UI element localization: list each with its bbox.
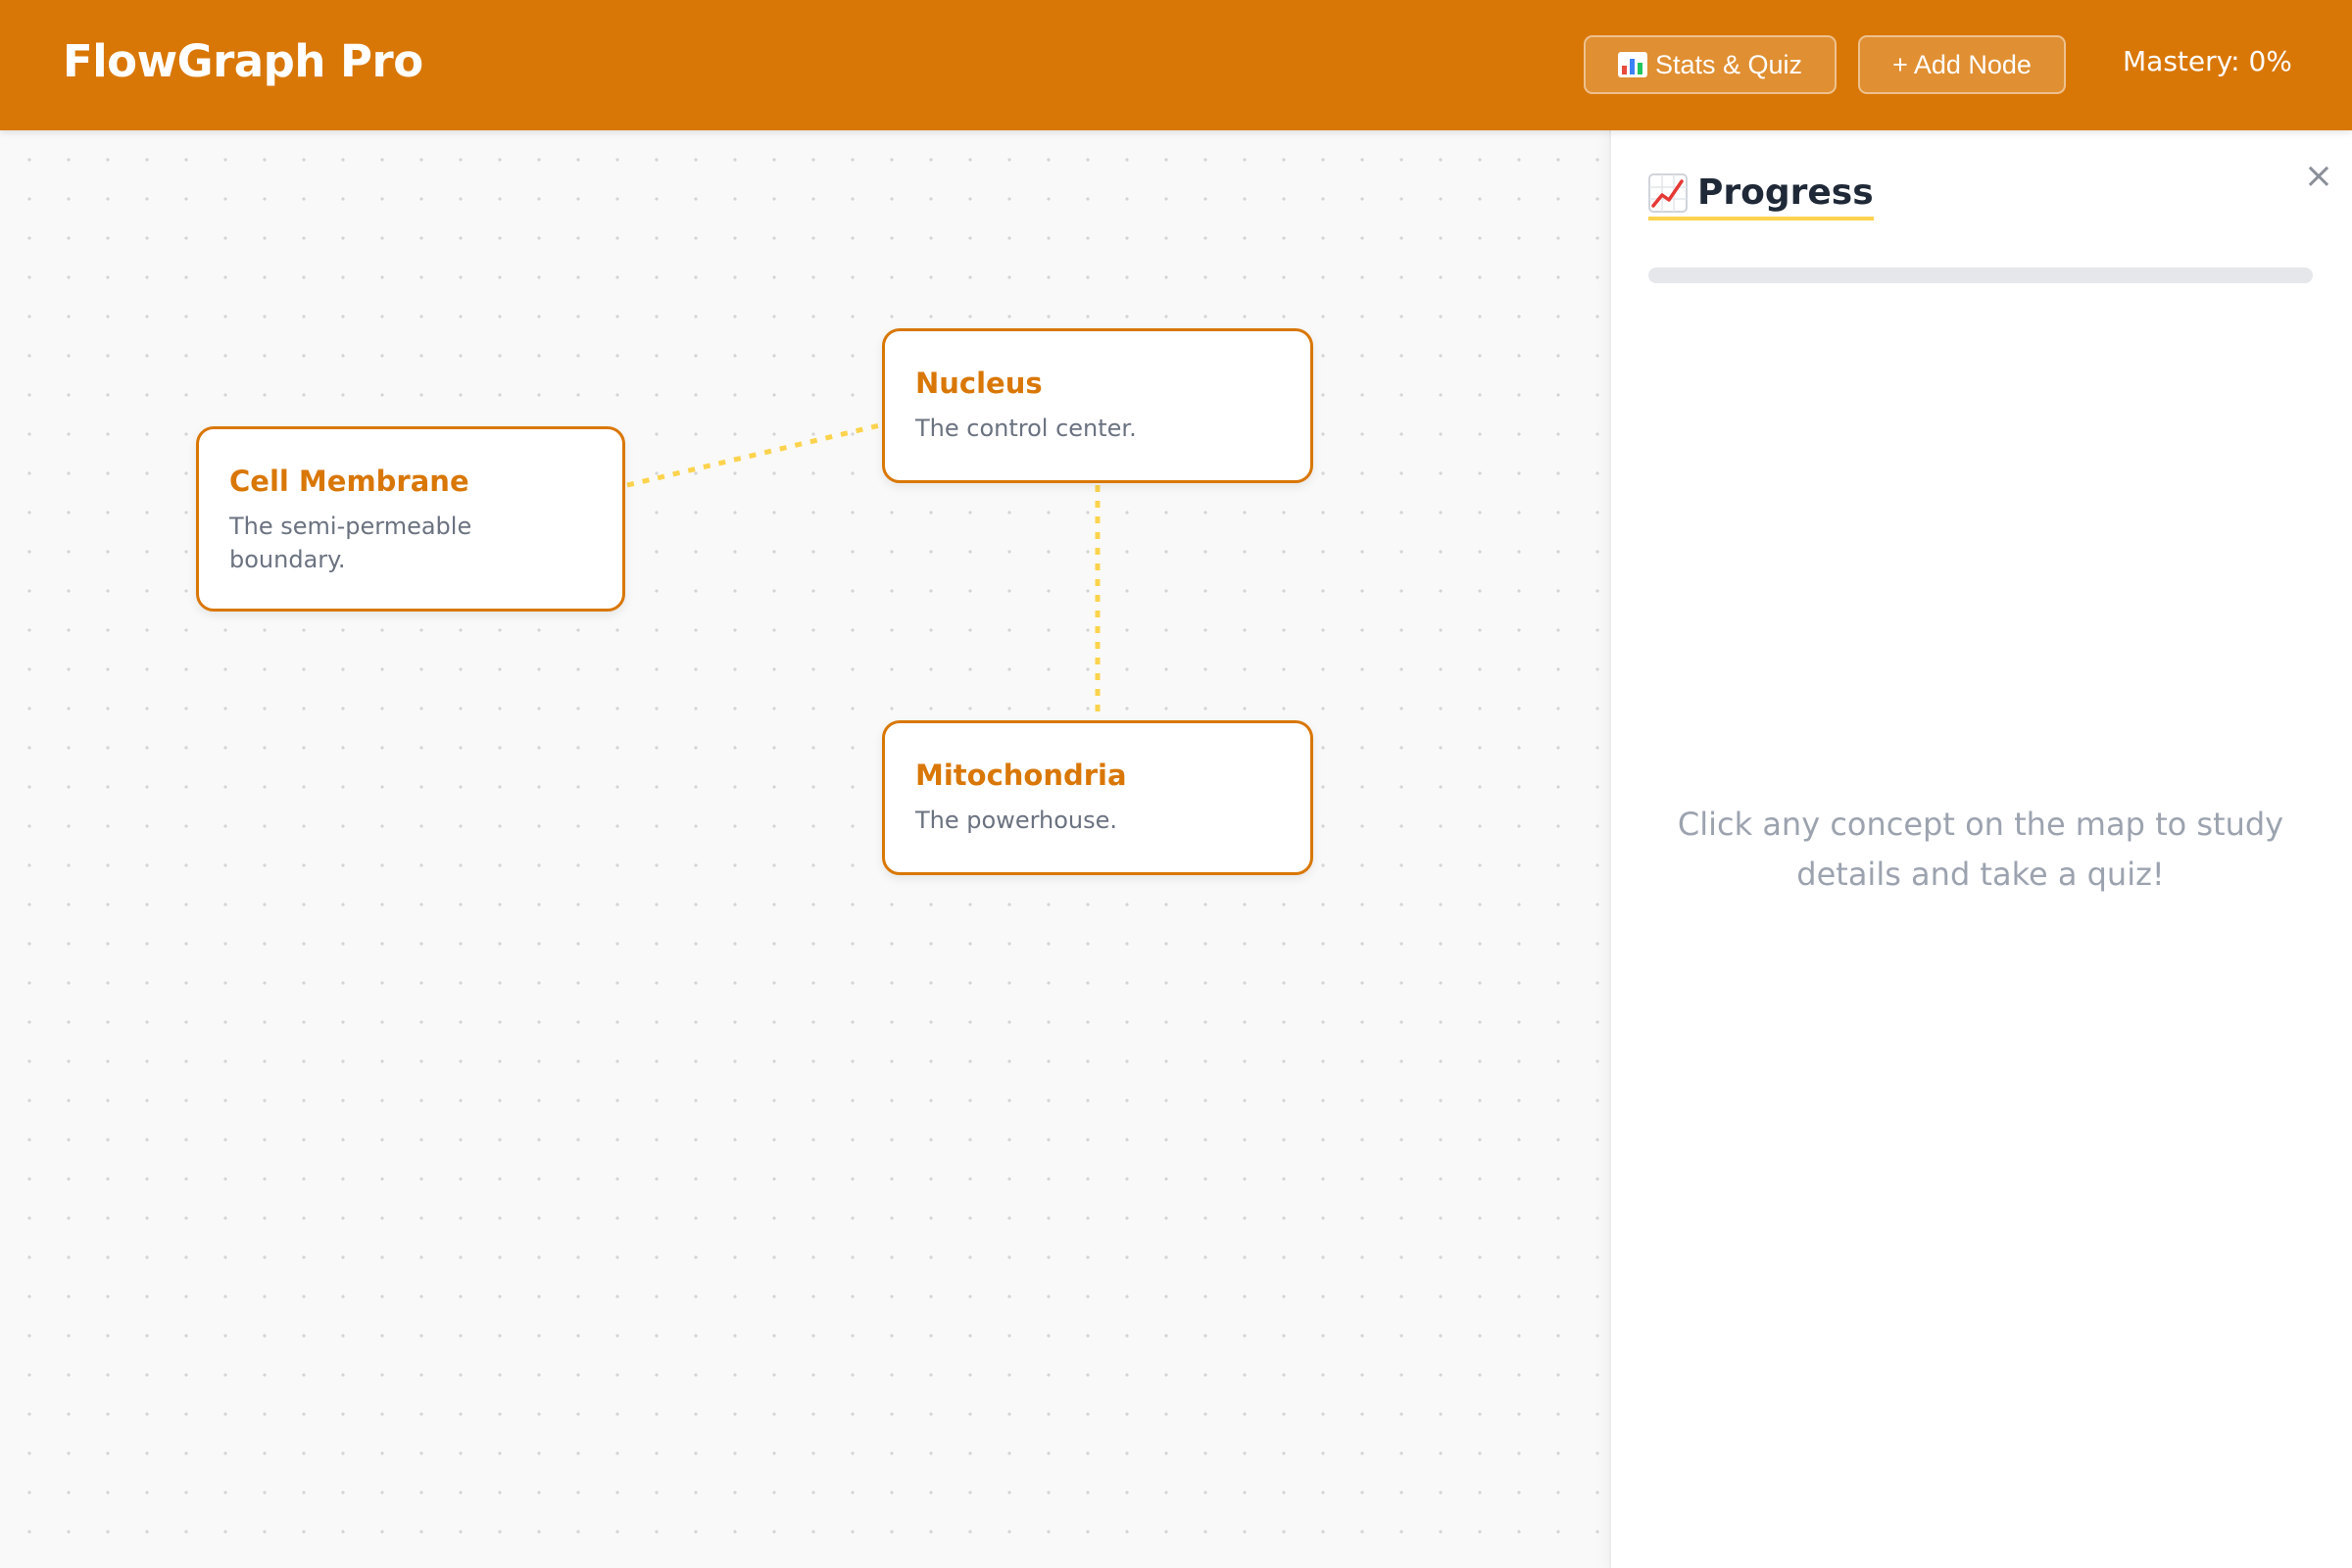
node-mitochondria[interactable]: Mitochondria The powerhouse. bbox=[882, 720, 1313, 875]
app-title: FlowGraph Pro bbox=[63, 35, 423, 87]
node-nucleus[interactable]: Nucleus The control center. bbox=[882, 328, 1313, 483]
node-description: The powerhouse. bbox=[915, 807, 1118, 834]
edge-layer bbox=[626, 421, 1101, 718]
add-node-label: + Add Node bbox=[1892, 49, 2032, 79]
node-title: Nucleus bbox=[915, 367, 1043, 400]
close-icon[interactable]: × bbox=[2302, 159, 2335, 194]
node-description: The semi-permeable boundary. bbox=[229, 513, 472, 573]
bar-chart-icon bbox=[1617, 52, 1647, 77]
concept-map-canvas[interactable]: Cell Membrane The semi-permeable boundar… bbox=[0, 130, 1609, 1568]
app-header: FlowGraph Pro Stats & Quiz + Add Node Ma… bbox=[0, 0, 2352, 130]
empty-state-message: Click any concept on the map to study de… bbox=[1677, 806, 2284, 893]
mastery-indicator: Mastery: 0% bbox=[2123, 45, 2292, 77]
panel-heading: Progress bbox=[1648, 172, 1874, 220]
stats-quiz-label: Stats & Quiz bbox=[1654, 49, 1803, 79]
panel-title: Progress bbox=[1697, 172, 1874, 213]
node-title: Mitochondria bbox=[915, 759, 1127, 792]
node-title: Cell Membrane bbox=[229, 465, 469, 498]
trending-chart-icon bbox=[1648, 172, 1688, 213]
stats-quiz-button[interactable]: Stats & Quiz bbox=[1584, 35, 1837, 94]
node-cell-membrane[interactable]: Cell Membrane The semi-permeable boundar… bbox=[196, 426, 625, 612]
node-description: The control center. bbox=[915, 415, 1137, 442]
add-node-button[interactable]: + Add Node bbox=[1858, 35, 2066, 94]
edge-cell-membrane-nucleus bbox=[626, 421, 885, 488]
progress-bar bbox=[1648, 268, 2313, 283]
